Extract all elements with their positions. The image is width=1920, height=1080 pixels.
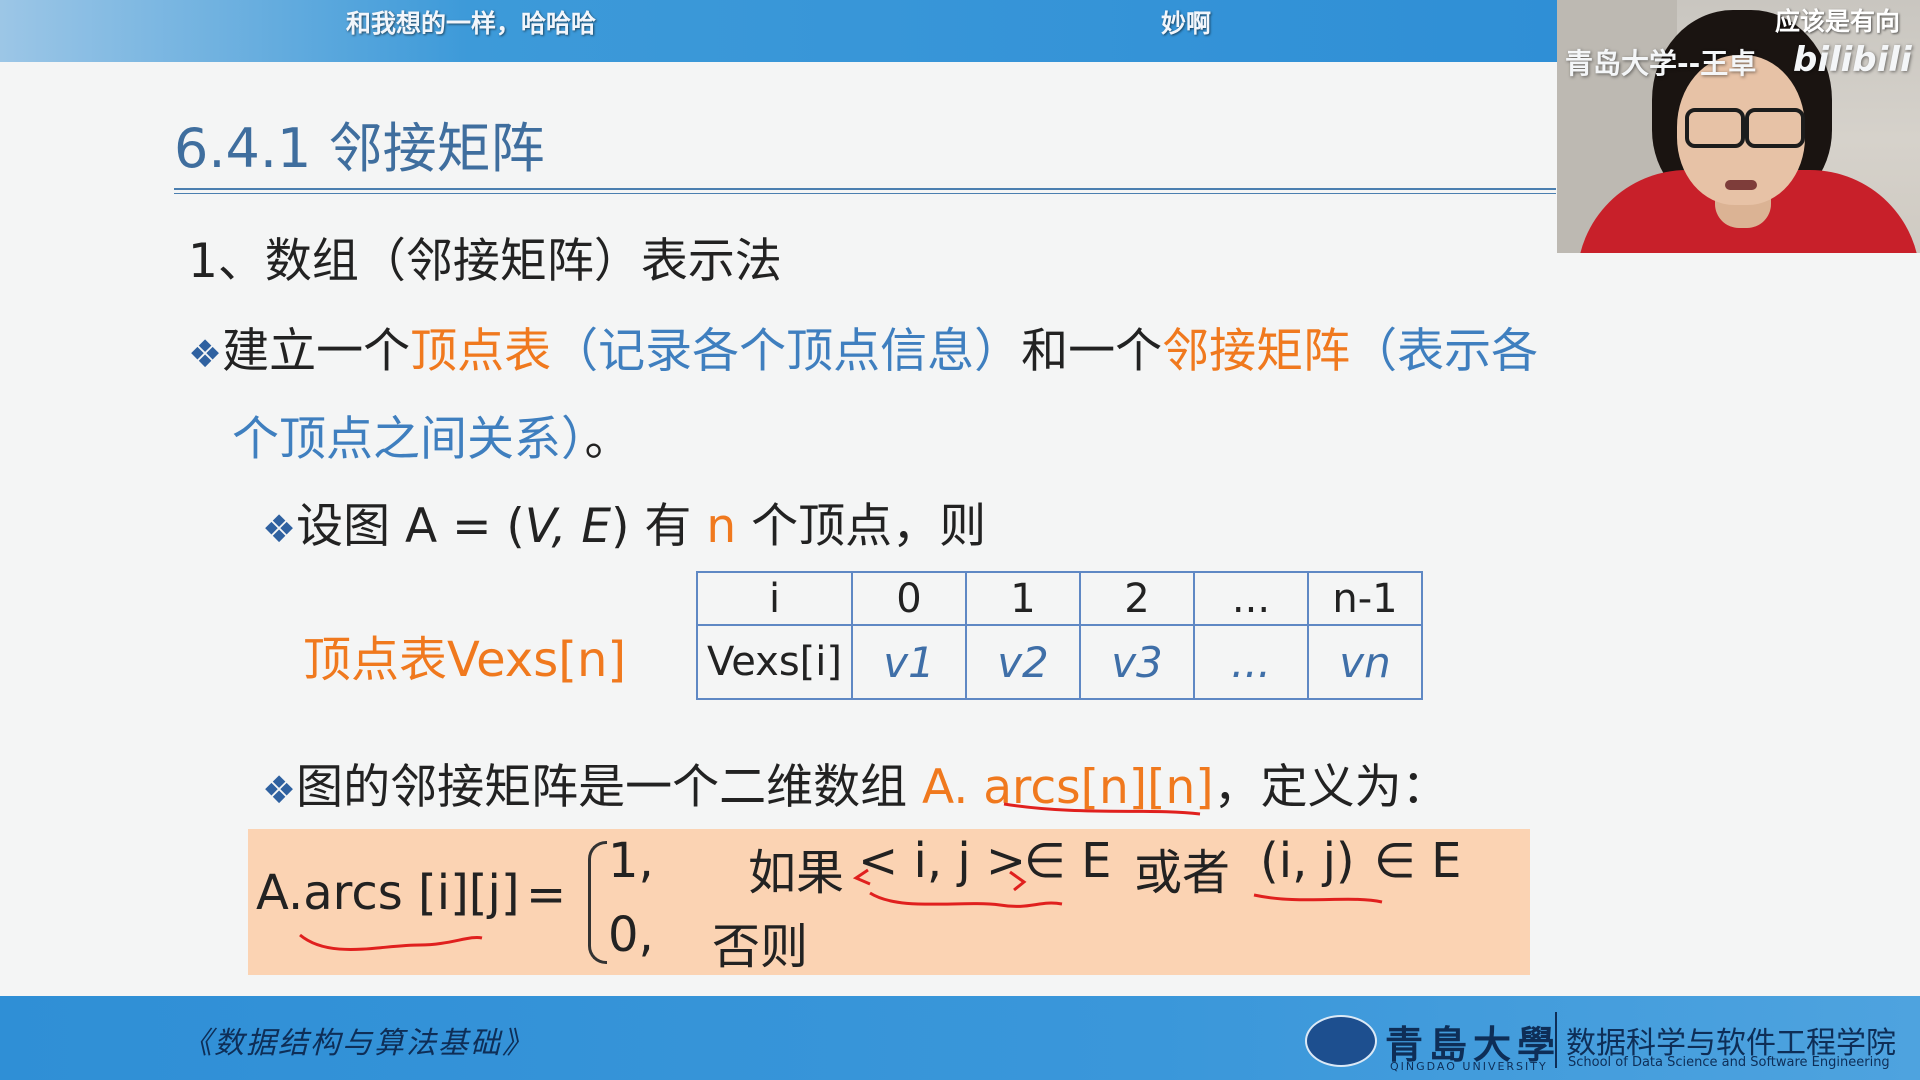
underline-lhs <box>299 933 483 951</box>
school-name-en: School of Data Science and Software Engi… <box>1568 1055 1890 1070</box>
annotation-mark <box>852 868 871 886</box>
underline-arcs <box>1003 802 1201 816</box>
annotation-mark <box>1009 870 1027 892</box>
course-title: 《数据结构与算法基础》 <box>182 1026 534 1061</box>
underline-directed-edge <box>869 891 1063 908</box>
pen-annotations <box>299 802 1383 951</box>
university-name-en: QINGDAO UNIVERSITY <box>1390 1060 1548 1073</box>
footer-divider <box>1555 1012 1557 1068</box>
university-logo-icon <box>1305 1015 1377 1067</box>
underline-undirected-edge <box>1253 893 1383 904</box>
